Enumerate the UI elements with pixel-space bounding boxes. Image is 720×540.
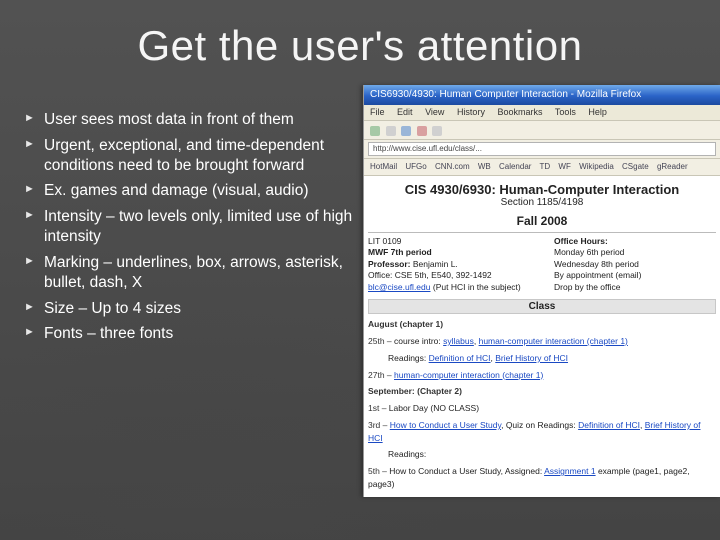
bullet-item: Ex. games and damage (visual, audio): [22, 181, 354, 207]
bookmark-link: TD: [540, 162, 551, 171]
stop-icon: [417, 126, 427, 136]
time-label: MWF 7th period: [368, 247, 432, 257]
schedule-list: August (chapter 1) 25th – course intro: …: [368, 318, 716, 497]
url-field: http://www.cise.ufl.edu/class/...: [368, 142, 716, 156]
bullet-item: Marking – underlines, box, arrows, aster…: [22, 253, 354, 299]
bookmark-link: CSgate: [622, 162, 649, 171]
schedule-row: 8th – How to Conduct a User Study, Readi…: [368, 495, 716, 497]
office: Office: CSE 5th, E540, 392-1492: [368, 270, 548, 281]
bookmark-link: HotMail: [370, 162, 397, 171]
window-titlebar: CIS6930/4930: Human Computer Interaction…: [364, 85, 720, 105]
prof-name: Benjamin L.: [413, 259, 458, 269]
bookmark-link: Calendar: [499, 162, 531, 171]
bullet-item: Size – Up to 4 sizes: [22, 299, 354, 325]
nav-toolbar: [364, 121, 720, 140]
info-left: LIT 0109 MWF 7th period Professor: Benja…: [368, 236, 548, 293]
office-hours-label: Office Hours:: [554, 236, 716, 247]
schedule-row: 1st – Labor Day (NO CLASS): [368, 402, 716, 415]
bookmark-link: gReader: [657, 162, 688, 171]
schedule-row: 3rd – How to Conduct a User Study, Quiz …: [368, 419, 716, 445]
reload-icon: [401, 126, 411, 136]
bullet-item: Fonts – three fonts: [22, 324, 354, 350]
bookmarks-toolbar: HotMail UFGo CNN.com WB Calendar TD WF W…: [364, 159, 720, 176]
bookmark-link: WF: [558, 162, 570, 171]
bookmark-link: WB: [478, 162, 491, 171]
slide-title: Get the user's attention: [0, 22, 720, 70]
bookmark-link: UFGo: [405, 162, 426, 171]
home-icon: [432, 126, 442, 136]
schedule-row: September: (Chapter 2): [368, 385, 716, 398]
bullet-item: Intensity – two levels only, limited use…: [22, 207, 354, 253]
class-header: Class: [368, 299, 716, 314]
bullet-list-region: User sees most data in front of them Urg…: [22, 110, 354, 350]
menu-item: Bookmarks: [497, 107, 542, 117]
menu-item: File: [370, 107, 385, 117]
menu-item: View: [425, 107, 444, 117]
oh-note: By appointment (email): [554, 270, 716, 281]
schedule-row: 27th – human-computer interaction (chapt…: [368, 369, 716, 382]
menu-item: History: [457, 107, 485, 117]
divider: [368, 232, 716, 233]
back-icon: [370, 126, 380, 136]
oh-note2: Drop by the office: [554, 282, 716, 293]
email-link: blc@cise.ufl.edu: [368, 282, 431, 292]
schedule-row: 5th – How to Conduct a User Study, Assig…: [368, 465, 716, 491]
bullet-list: User sees most data in front of them Urg…: [22, 110, 354, 350]
schedule-row: August (chapter 1): [368, 318, 716, 331]
schedule-row: 25th – course intro: syllabus, human-com…: [368, 335, 716, 348]
page-term: Fall 2008: [368, 214, 716, 228]
url-bar: http://www.cise.ufl.edu/class/...: [364, 140, 720, 159]
slide: Get the user's attention User sees most …: [0, 0, 720, 540]
menu-item: Edit: [397, 107, 413, 117]
embedded-screenshot: CIS6930/4930: Human Computer Interaction…: [363, 85, 720, 497]
bullet-item: User sees most data in front of them: [22, 110, 354, 136]
menu-item: Help: [588, 107, 607, 117]
oh-time2: Wednesday 8th period: [554, 259, 716, 270]
page-section: Section 1185/4198: [368, 197, 716, 208]
schedule-row: Readings: Definition of HCI, Brief Histo…: [368, 352, 716, 365]
forward-icon: [386, 126, 396, 136]
email-note: (Put HCI in the subject): [433, 282, 521, 292]
schedule-row: Readings:: [368, 448, 716, 461]
bookmark-link: Wikipedia: [579, 162, 614, 171]
prof-label: Professor:: [368, 259, 411, 269]
oh-time: Monday 6th period: [554, 247, 716, 258]
info-right: Office Hours: Monday 6th period Wednesda…: [554, 236, 716, 293]
page-body: CIS 4930/6930: Human-Computer Interactio…: [364, 176, 720, 497]
bullet-item: Urgent, exceptional, and time-dependent …: [22, 136, 354, 182]
browser-menubar: File Edit View History Bookmarks Tools H…: [364, 105, 720, 121]
menu-item: Tools: [555, 107, 576, 117]
info-columns: LIT 0109 MWF 7th period Professor: Benja…: [368, 236, 716, 293]
room: LIT 0109: [368, 236, 548, 247]
page-title: CIS 4930/6930: Human-Computer Interactio…: [368, 182, 716, 197]
bookmark-link: CNN.com: [435, 162, 470, 171]
